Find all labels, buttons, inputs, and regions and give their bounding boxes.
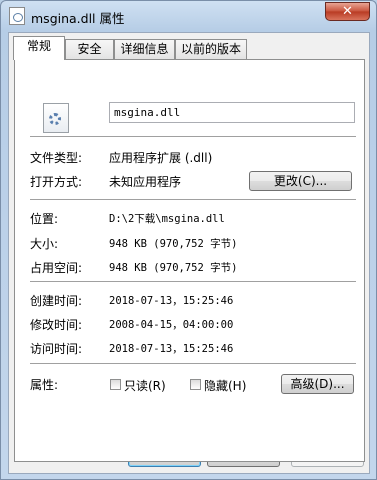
- size-on-disk-value: 948 KB (970,752 字节): [109, 262, 238, 274]
- created-value: 2018-07-13，15:25:46: [109, 295, 234, 307]
- advanced-button[interactable]: 高级(D)...: [281, 374, 354, 394]
- hidden-checkbox[interactable]: [190, 379, 201, 390]
- file-type-label: 文件类型:: [30, 151, 83, 165]
- separator: [30, 136, 356, 137]
- title-bar[interactable]: msgina.dll 属性 ✕: [1, 1, 377, 31]
- size-label: 大小:: [30, 237, 59, 251]
- readonly-checkbox[interactable]: [110, 379, 121, 390]
- accessed-label: 访问时间:: [30, 342, 83, 356]
- attributes-label: 属性:: [30, 378, 59, 392]
- dll-file-icon: [9, 7, 25, 25]
- gear-icon: [49, 113, 61, 125]
- dll-file-icon: [43, 103, 69, 133]
- separator: [30, 363, 356, 364]
- readonly-label[interactable]: 只读(R): [124, 377, 166, 394]
- dialog-client-area: 常规 安全 详细信息 以前的版本 msgina.dll 文件类型: 应用程序扩展…: [8, 32, 370, 474]
- tab-details[interactable]: 详细信息: [114, 39, 175, 59]
- size-value: 948 KB (970,752 字节): [109, 238, 238, 250]
- location-value: D:\2下载\msgina.dll: [109, 213, 225, 225]
- tab-previous-versions[interactable]: 以前的版本: [175, 39, 247, 59]
- hidden-label[interactable]: 隐藏(H): [204, 377, 246, 394]
- window-title: msgina.dll 属性: [31, 11, 125, 26]
- properties-window: msgina.dll 属性 ✕ 常规 安全 详细信息 以前的版本 msgina.…: [0, 0, 377, 480]
- close-button[interactable]: ✕: [325, 2, 370, 21]
- created-label: 创建时间:: [30, 294, 83, 308]
- separator: [30, 199, 356, 200]
- file-name-field[interactable]: msgina.dll: [109, 102, 355, 123]
- accessed-value: 2018-07-13，15:25:46: [109, 343, 234, 355]
- opens-with-value: 未知应用程序: [109, 175, 182, 189]
- opens-with-label: 打开方式:: [30, 175, 83, 189]
- change-button[interactable]: 更改(C)...: [249, 171, 352, 191]
- close-icon: ✕: [342, 4, 353, 19]
- separator: [30, 281, 356, 282]
- modified-label: 修改时间:: [30, 318, 83, 332]
- tab-general[interactable]: 常规: [13, 36, 65, 60]
- size-on-disk-label: 占用空间:: [30, 261, 83, 275]
- modified-value: 2008-04-15，04:00:00: [109, 319, 234, 331]
- location-label: 位置:: [30, 212, 59, 226]
- general-tab-panel: msgina.dll 文件类型: 应用程序扩展 (.dll) 打开方式: 未知应…: [14, 59, 365, 462]
- tab-security[interactable]: 安全: [65, 39, 114, 59]
- file-type-value: 应用程序扩展 (.dll): [109, 151, 213, 165]
